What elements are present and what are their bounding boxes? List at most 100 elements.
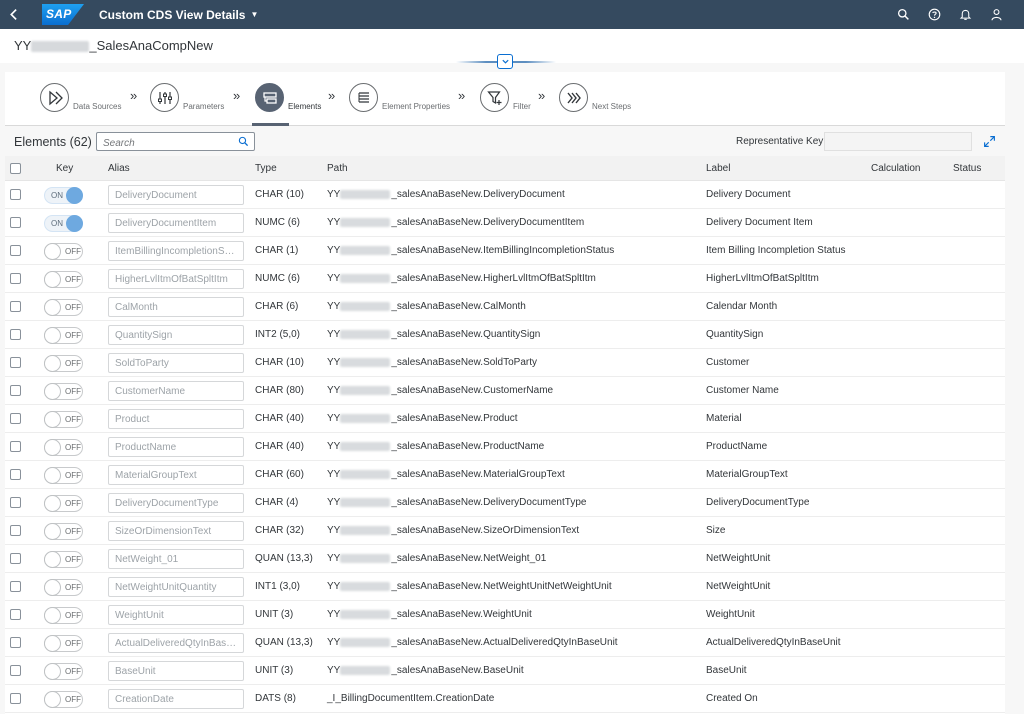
key-toggle[interactable]: OFF xyxy=(44,411,83,428)
table-row[interactable]: OFF BaseUnit UNIT (3) YY _salesAnaBaseNew… xyxy=(5,657,1005,685)
search-icon[interactable] xyxy=(238,136,249,147)
row-checkbox[interactable] xyxy=(10,553,21,564)
table-row[interactable]: OFF CustomerName CHAR (80) YY _salesAnaBa… xyxy=(5,377,1005,405)
alias-input[interactable]: ProductName xyxy=(108,437,244,457)
table-row[interactable]: OFF HigherLvlItmOfBatSpltItm NUMC (6) YY… xyxy=(5,265,1005,293)
key-toggle[interactable]: OFF xyxy=(44,243,83,260)
column-header-type[interactable]: Type xyxy=(255,163,277,174)
key-toggle[interactable]: OFF xyxy=(44,523,83,540)
alias-input[interactable]: BaseUnit xyxy=(108,661,244,681)
alias-input[interactable]: HigherLvlItmOfBatSpltItm xyxy=(108,269,244,289)
alias-input[interactable]: DeliveryDocument xyxy=(108,185,244,205)
row-checkbox[interactable] xyxy=(10,581,21,592)
key-toggle[interactable]: OFF xyxy=(44,467,83,484)
table-row[interactable]: OFF CreationDate DATS (8) _I_BillingDocu… xyxy=(5,685,1005,713)
table-row[interactable]: OFF MaterialGroupText CHAR (60) YY _sales… xyxy=(5,461,1005,489)
alias-input[interactable]: CustomerName xyxy=(108,381,244,401)
row-checkbox[interactable] xyxy=(10,357,21,368)
alias-input[interactable]: SizeOrDimensionText xyxy=(108,521,244,541)
wizard-step-data-sources[interactable]: Data Sources xyxy=(40,83,121,112)
key-toggle[interactable]: OFF xyxy=(44,663,83,680)
table-row[interactable]: ON DeliveryDocumentItem NUMC (6) YY _sale… xyxy=(5,209,1005,237)
key-toggle[interactable]: OFF xyxy=(44,299,83,316)
row-checkbox[interactable] xyxy=(10,301,21,312)
row-checkbox[interactable] xyxy=(10,525,21,536)
alias-input[interactable]: DeliveryDocumentItem xyxy=(108,213,244,233)
table-row[interactable]: OFF SizeOrDimensionText CHAR (32) YY _sal… xyxy=(5,517,1005,545)
row-checkbox[interactable] xyxy=(10,385,21,396)
key-toggle[interactable]: OFF xyxy=(44,271,83,288)
alias-input[interactable]: ActualDeliveredQtyInBase... xyxy=(108,633,244,653)
representative-key-input[interactable] xyxy=(824,132,972,151)
app-title-menu[interactable]: Custom CDS View Details ▼ xyxy=(99,8,258,22)
select-all-checkbox[interactable] xyxy=(10,163,21,174)
user-button[interactable] xyxy=(981,0,1012,29)
alias-input[interactable]: QuantitySign xyxy=(108,325,244,345)
alias-input[interactable]: CreationDate xyxy=(108,689,244,709)
key-toggle[interactable]: ON xyxy=(44,215,83,232)
key-toggle[interactable]: OFF xyxy=(44,607,83,624)
wizard-step-filter[interactable]: Filter xyxy=(480,83,531,112)
search-input[interactable] xyxy=(97,135,227,152)
alias-input[interactable]: Product xyxy=(108,409,244,429)
alias-input[interactable]: ItemBillingIncompletionSta... xyxy=(108,241,244,261)
key-toggle[interactable]: OFF xyxy=(44,691,83,708)
wizard-step-parameters[interactable]: Parameters xyxy=(150,83,224,112)
column-header-key[interactable]: Key xyxy=(56,163,73,174)
row-checkbox[interactable] xyxy=(10,413,21,424)
alias-input[interactable]: WeightUnit xyxy=(108,605,244,625)
key-toggle[interactable]: OFF xyxy=(44,355,83,372)
column-header-label[interactable]: Label xyxy=(706,163,730,174)
row-checkbox[interactable] xyxy=(10,665,21,676)
back-button[interactable] xyxy=(0,0,28,29)
column-header-alias[interactable]: Alias xyxy=(108,163,130,174)
table-row[interactable]: OFF ItemBillingIncompletionSta... CHAR (… xyxy=(5,237,1005,265)
key-toggle[interactable]: OFF xyxy=(44,635,83,652)
table-row[interactable]: OFF ProductName CHAR (40) YY _salesAnaBas… xyxy=(5,433,1005,461)
key-toggle[interactable]: OFF xyxy=(44,551,83,568)
table-row[interactable]: OFF WeightUnit UNIT (3) YY _salesAnaBaseN… xyxy=(5,601,1005,629)
table-row[interactable]: ON DeliveryDocument CHAR (10) YY _salesAn… xyxy=(5,181,1005,209)
column-header-path[interactable]: Path xyxy=(327,163,348,174)
sap-logo[interactable]: SAP xyxy=(42,4,84,25)
key-toggle[interactable]: OFF xyxy=(44,383,83,400)
alias-input[interactable]: SoldToParty xyxy=(108,353,244,373)
row-checkbox[interactable] xyxy=(10,273,21,284)
table-row[interactable]: OFF Product CHAR (40) YY _salesAnaBaseNew… xyxy=(5,405,1005,433)
column-header-calculation[interactable]: Calculation xyxy=(871,163,920,174)
collapse-header-button[interactable] xyxy=(497,54,513,69)
wizard-step-next-steps[interactable]: Next Steps xyxy=(559,83,631,112)
column-header-status[interactable]: Status xyxy=(953,163,981,174)
key-toggle[interactable]: OFF xyxy=(44,579,83,596)
row-checkbox[interactable] xyxy=(10,441,21,452)
alias-input[interactable]: MaterialGroupText xyxy=(108,465,244,485)
key-toggle[interactable]: OFF xyxy=(44,439,83,456)
table-row[interactable]: OFF QuantitySign INT2 (5,0) YY _salesAnaB… xyxy=(5,321,1005,349)
row-checkbox[interactable] xyxy=(10,497,21,508)
help-button[interactable] xyxy=(919,0,950,29)
wizard-step-element-properties[interactable]: Element Properties xyxy=(349,83,450,112)
row-checkbox[interactable] xyxy=(10,469,21,480)
key-toggle[interactable]: ON xyxy=(44,187,83,204)
alias-input[interactable]: CalMonth xyxy=(108,297,244,317)
alias-input[interactable]: NetWeightUnitQuantity xyxy=(108,577,244,597)
alias-input[interactable]: DeliveryDocumentType xyxy=(108,493,244,513)
table-row[interactable]: OFF NetWeight_01 QUAN (13,3) YY _salesAna… xyxy=(5,545,1005,573)
table-row[interactable]: OFF DeliveryDocumentType CHAR (4) YY _sal… xyxy=(5,489,1005,517)
row-checkbox[interactable] xyxy=(10,329,21,340)
table-row[interactable]: OFF ActualDeliveredQtyInBase... QUAN (13… xyxy=(5,629,1005,657)
fullscreen-icon[interactable] xyxy=(983,135,996,148)
table-row[interactable]: OFF SoldToParty CHAR (10) YY _salesAnaBas… xyxy=(5,349,1005,377)
row-checkbox[interactable] xyxy=(10,217,21,228)
key-toggle[interactable]: OFF xyxy=(44,327,83,344)
row-checkbox[interactable] xyxy=(10,637,21,648)
row-checkbox[interactable] xyxy=(10,245,21,256)
row-checkbox[interactable] xyxy=(10,609,21,620)
notifications-button[interactable] xyxy=(950,0,981,29)
search-button[interactable] xyxy=(888,0,919,29)
wizard-step-elements[interactable]: Elements xyxy=(255,83,321,112)
row-checkbox[interactable] xyxy=(10,189,21,200)
row-checkbox[interactable] xyxy=(10,693,21,704)
alias-input[interactable]: NetWeight_01 xyxy=(108,549,244,569)
key-toggle[interactable]: OFF xyxy=(44,495,83,512)
